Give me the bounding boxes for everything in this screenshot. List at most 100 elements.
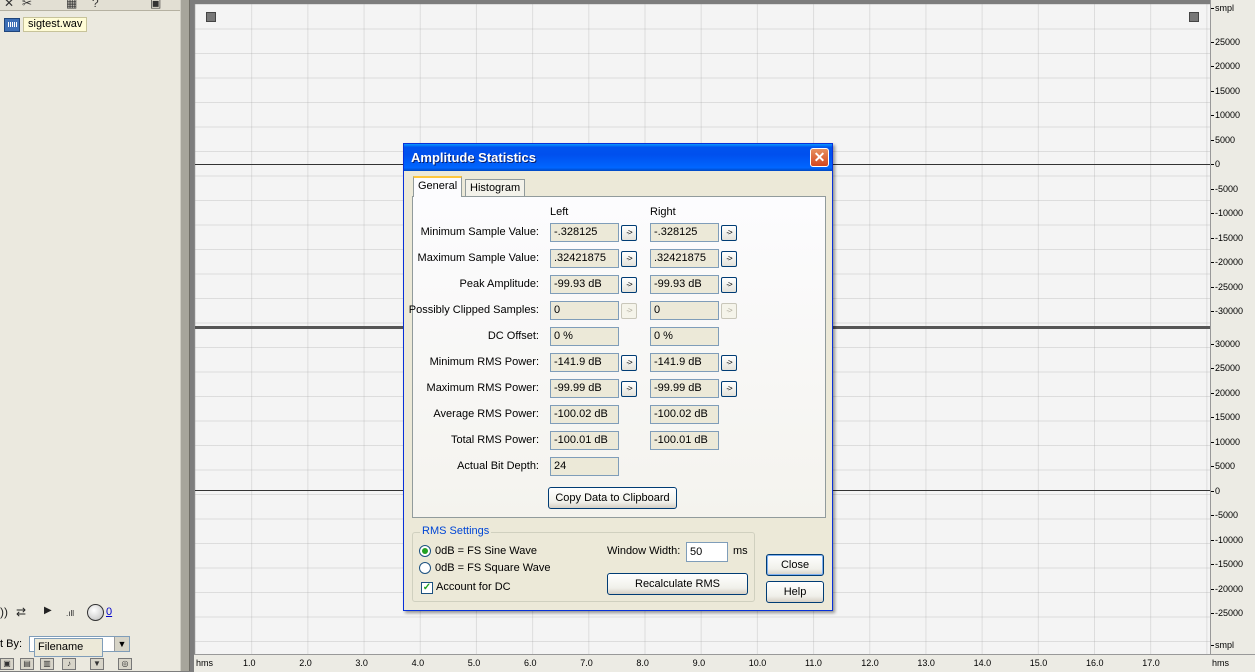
dialog-titlebar[interactable]: Amplitude Statistics ✕ xyxy=(404,144,832,171)
tab-general[interactable]: General xyxy=(413,176,463,197)
toolbar-cut-icon[interactable]: ✕ xyxy=(4,0,14,10)
square-wave-radio[interactable] xyxy=(419,562,431,574)
amplitude-tick-label: -20000 xyxy=(1210,583,1244,594)
zoom-handle-left-icon[interactable] xyxy=(206,12,216,22)
dialog-title: Amplitude Statistics xyxy=(411,150,536,165)
sort-by-value: Filename xyxy=(34,638,103,657)
right-goto-button[interactable]: -> xyxy=(721,225,737,241)
amplitude-tick-label: -10000 xyxy=(1210,208,1244,219)
sine-wave-label[interactable]: 0dB = FS Sine Wave xyxy=(435,545,537,557)
left-goto-button[interactable]: -> xyxy=(621,225,637,241)
right-value-field: 0 % xyxy=(650,327,719,346)
time-tick-label: 17.0 xyxy=(1142,658,1160,668)
left-goto-button[interactable]: -> xyxy=(621,277,637,293)
right-column-header: Right xyxy=(650,206,676,218)
left-value-field: 0 % xyxy=(550,327,619,346)
amplitude-tick-label: 30000 xyxy=(1210,339,1241,349)
file-list-item[interactable]: sigtest.wav xyxy=(4,17,88,32)
rms-settings-legend: RMS Settings xyxy=(420,525,492,537)
right-goto-button[interactable]: -> xyxy=(721,303,737,319)
amplitude-tick-label: 10000 xyxy=(1210,436,1241,447)
amplitude-tick-label: -15000 xyxy=(1210,232,1244,243)
mix-icon[interactable]: ▤ xyxy=(20,658,34,670)
left-value-field: 0 xyxy=(550,301,619,320)
window-width-label: Window Width: xyxy=(607,545,681,557)
general-tab-panel: Left Right Minimum Sample Value: -.328125… xyxy=(408,196,826,518)
time-tick-label: 10.0 xyxy=(748,658,767,668)
preview-transport: )) ⇄ ▶ .ıll 0 xyxy=(0,603,180,623)
window-width-input[interactable]: 50 xyxy=(686,542,728,562)
amplitude-tick-label: -25000 xyxy=(1210,281,1244,292)
toolbar-close-icon[interactable]: ✂ xyxy=(22,0,32,10)
toolbar-grid-icon[interactable]: ▦ xyxy=(66,0,77,10)
amplitude-ruler: smpl 25000 20000 15000 10000 5000 0 -5000 -10000… xyxy=(1210,0,1255,654)
right-goto-button[interactable]: -> xyxy=(721,277,737,293)
amplitude-tick-label: 5000 xyxy=(1210,134,1236,145)
file-name: sigtest.wav xyxy=(23,17,88,32)
insert-icon[interactable]: ▣ xyxy=(0,658,14,670)
right-value-field: -141.9 dB xyxy=(650,353,719,372)
time-unit-label-right: hms xyxy=(1212,658,1230,668)
left-value-field: -99.93 dB xyxy=(550,275,619,294)
left-goto-button[interactable]: -> xyxy=(621,303,637,319)
close-icon[interactable]: ✕ xyxy=(810,148,829,167)
right-goto-button[interactable]: -> xyxy=(721,251,737,267)
account-for-dc-label[interactable]: Account for DC xyxy=(436,581,511,593)
right-goto-button[interactable]: -> xyxy=(721,355,737,371)
music-icon[interactable]: ♪ xyxy=(62,658,76,670)
time-tick-label: 5.0 xyxy=(467,658,481,668)
close-button[interactable]: Close xyxy=(766,554,824,576)
panel-splitter[interactable] xyxy=(180,0,190,671)
amplitude-tick-label: -20000 xyxy=(1210,257,1244,268)
stat-row-label: Actual Bit Depth: xyxy=(457,460,539,472)
speaker-icon[interactable]: )) xyxy=(0,605,8,619)
right-value-field: -100.02 dB xyxy=(650,405,719,424)
amplitude-tick-label: 25000 xyxy=(1210,363,1241,374)
sine-wave-radio[interactable] xyxy=(419,545,431,557)
left-goto-button[interactable]: -> xyxy=(621,251,637,267)
time-tick-label: 9.0 xyxy=(692,658,706,668)
sort-by-label: t By: xyxy=(0,638,23,650)
filter-icon[interactable]: ▼ xyxy=(90,658,104,670)
recalculate-rms-button[interactable]: Recalculate RMS xyxy=(607,573,748,595)
account-for-dc-checkbox[interactable]: ✓ xyxy=(421,582,433,594)
stat-row-label: Possibly Clipped Samples: xyxy=(408,304,539,316)
edit-icon[interactable]: ▥ xyxy=(40,658,54,670)
left-value-field: -.328125 xyxy=(550,223,619,242)
stat-row-label: Minimum RMS Power: xyxy=(429,356,539,368)
cd-icon[interactable]: ◎ xyxy=(118,658,132,670)
time-tick-label: 7.0 xyxy=(580,658,593,668)
volume-value[interactable]: 0 xyxy=(106,606,112,618)
amplitude-tick-label: 10000 xyxy=(1210,110,1241,121)
right-goto-button[interactable]: -> xyxy=(721,381,737,397)
time-ruler: hms 1.0 2.0 3.0 4.0 5.0 6.0 7.0 8.0 9.0 10.0 11.0 1… xyxy=(194,654,1210,672)
stat-row-label: Total RMS Power: xyxy=(450,434,539,446)
play-icon[interactable]: ▶ xyxy=(44,605,52,616)
left-value-field: -141.9 dB xyxy=(550,353,619,372)
time-tick-label: 1.0 xyxy=(243,658,256,668)
left-goto-button[interactable]: -> xyxy=(621,355,637,371)
toolbar-view-icon[interactable]: ▣ xyxy=(150,0,161,10)
volume-knob[interactable] xyxy=(87,604,104,621)
left-goto-button[interactable]: -> xyxy=(621,381,637,397)
toolbar-help-icon[interactable]: ? xyxy=(92,0,99,10)
left-value-field: -100.01 dB xyxy=(550,431,619,450)
amplitude-tick-label: -5000 xyxy=(1210,183,1239,194)
amplitude-tick-label: 0 xyxy=(1210,485,1221,496)
loop-icon[interactable]: ⇄ xyxy=(16,605,26,619)
help-button[interactable]: Help xyxy=(766,581,824,603)
right-value-field: 0 xyxy=(650,301,719,320)
left-value-field: -99.99 dB xyxy=(550,379,619,398)
stat-row-label: Maximum Sample Value: xyxy=(417,252,539,264)
amplitude-tick-label: -30000 xyxy=(1210,305,1244,316)
file-panel: ✕ ✂ ▦ ? ▣ sigtest.wav )) ⇄ ▶ .ıll 0 t By… xyxy=(0,0,180,671)
zoom-handle-right-icon[interactable] xyxy=(1189,12,1199,22)
chevron-down-icon[interactable]: ▼ xyxy=(114,637,129,651)
right-value-field: -.328125 xyxy=(650,223,719,242)
file-panel-toolbar: ✕ ✂ ▦ ? ▣ xyxy=(0,0,180,11)
copy-data-button[interactable]: Copy Data to Clipboard xyxy=(548,487,677,509)
amplitude-tick-label: 20000 xyxy=(1210,61,1241,72)
stat-row-label: Peak Amplitude: xyxy=(459,278,540,290)
sort-by-select[interactable]: Filename ▼ xyxy=(29,636,130,657)
square-wave-label[interactable]: 0dB = FS Square Wave xyxy=(435,562,550,574)
